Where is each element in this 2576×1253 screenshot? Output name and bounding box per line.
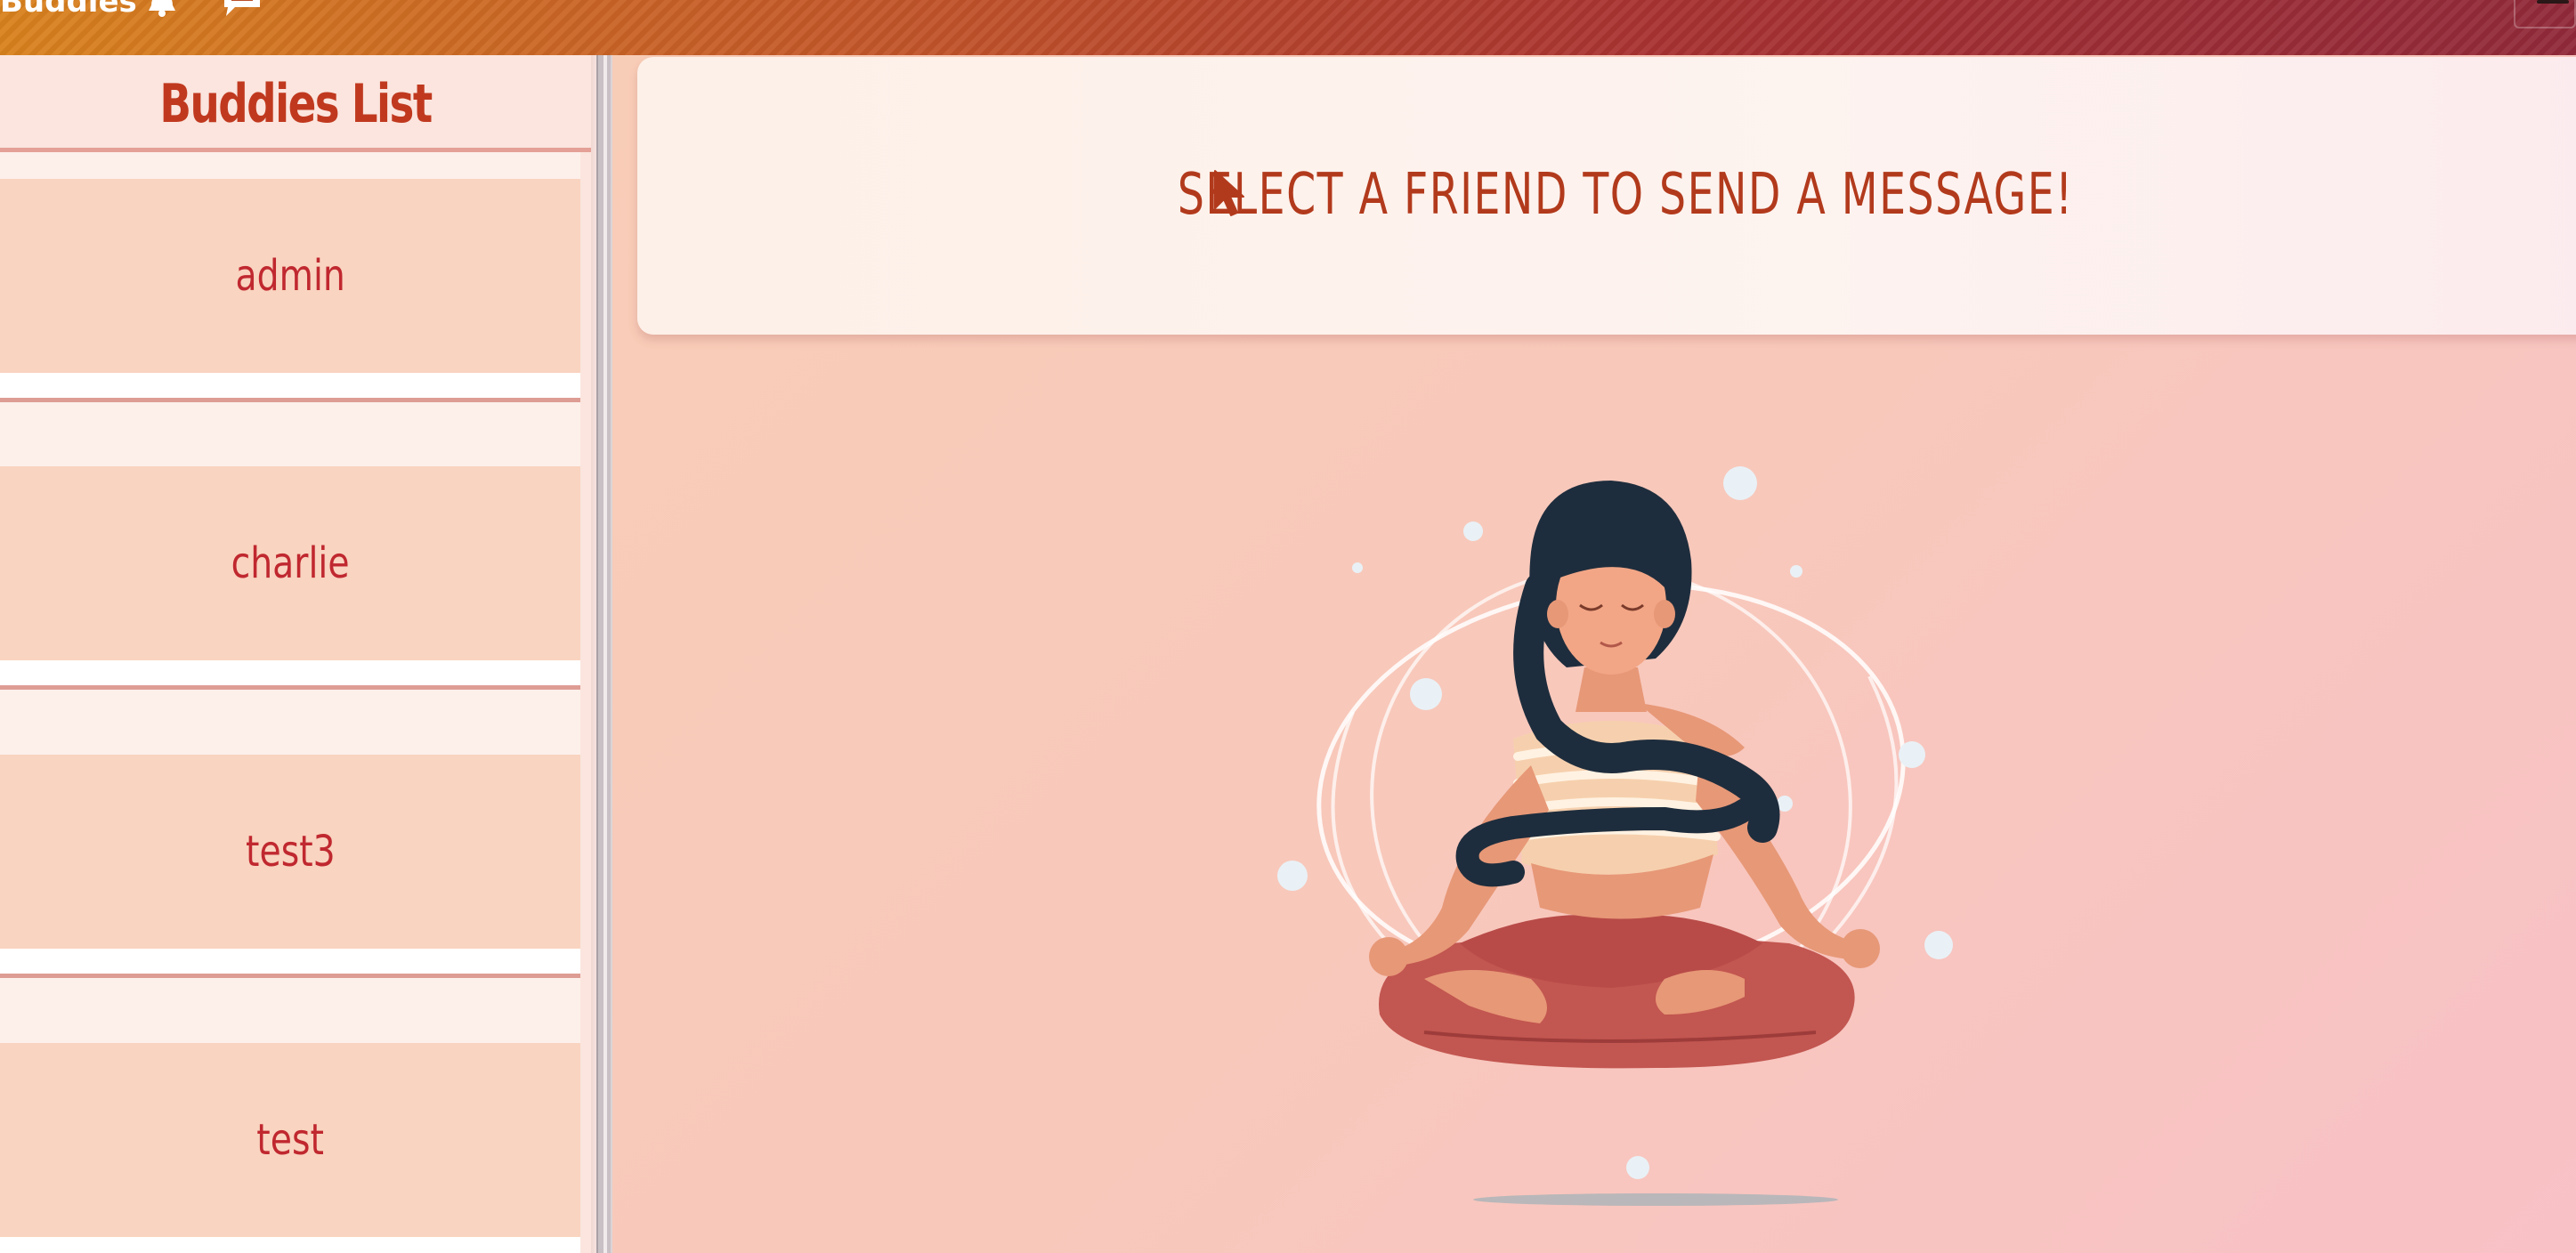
sidebar-resize-handle[interactable] xyxy=(596,55,612,1253)
buddy-footer xyxy=(0,373,580,398)
buddy-label: admin xyxy=(235,251,345,301)
select-friend-banner: SELECT A FRIEND TO SEND A MESSAGE! xyxy=(637,57,2576,335)
meditation-illustration xyxy=(1277,466,1953,1206)
buddy-item-admin[interactable]: admin xyxy=(0,179,580,373)
buddy-footer xyxy=(0,1237,580,1253)
buddy-footer xyxy=(0,949,580,974)
mouse-cursor-icon xyxy=(1214,170,1244,216)
bell-icon[interactable] xyxy=(146,0,178,18)
buddy-spacer xyxy=(0,152,580,179)
buddy-spacer xyxy=(0,978,580,1043)
top-navbar: Buddies xyxy=(0,0,2576,55)
menu-icon xyxy=(2537,0,2569,4)
banner-text-row: SELECT A FRIEND TO SEND A MESSAGE! xyxy=(637,162,2576,228)
buddy-spacer xyxy=(0,402,580,466)
buddy-item-test3[interactable]: test3 xyxy=(0,755,580,949)
buddy-label: test xyxy=(256,1115,324,1165)
menu-toggle-button[interactable] xyxy=(2514,0,2576,28)
sidebar-title: Buddies List xyxy=(159,73,433,135)
buddy-footer xyxy=(0,660,580,685)
select-friend-prompt: SELECT A FRIEND TO SEND A MESSAGE! xyxy=(1177,162,2074,228)
brand-logo-text[interactable]: Buddies xyxy=(0,0,137,20)
buddy-label: test3 xyxy=(245,827,336,877)
buddies-sidebar: Buddies List admin charlie test3 test xyxy=(0,55,591,1253)
buddy-item-charlie[interactable]: charlie xyxy=(0,466,580,660)
buddy-item-test[interactable]: test xyxy=(0,1043,580,1237)
chat-icon[interactable] xyxy=(223,0,262,20)
buddy-spacer xyxy=(0,690,580,755)
buddy-label: charlie xyxy=(231,538,350,588)
